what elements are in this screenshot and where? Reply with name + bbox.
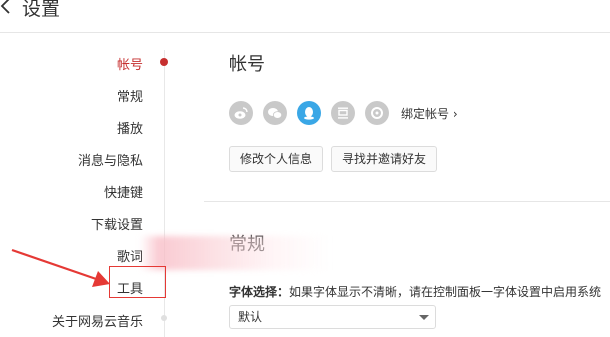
header-divider <box>0 32 610 33</box>
back-arrow-icon[interactable] <box>0 0 14 16</box>
douban-icon[interactable] <box>331 101 355 125</box>
font-selection-heading: 字体选择： <box>229 285 290 299</box>
nav-item-general[interactable]: 常规 <box>117 86 143 105</box>
social-accounts-row: 绑定帐号 › <box>229 101 458 125</box>
invite-friends-button[interactable]: 寻找并邀请好友 <box>331 146 438 172</box>
nav-active-indicator <box>160 58 168 66</box>
yixin-icon[interactable] <box>365 101 389 125</box>
account-section-title: 帐号 <box>229 54 265 75</box>
nav-item-download-settings[interactable]: 下载设置 <box>91 214 143 233</box>
nav-item-account[interactable]: 帐号 <box>117 54 143 73</box>
nav-item-messages-privacy[interactable]: 消息与隐私 <box>78 150 143 169</box>
nav-item-playback[interactable]: 播放 <box>117 118 143 137</box>
section-divider <box>204 201 610 202</box>
redaction-blur <box>140 236 330 270</box>
font-select-value: 默认 <box>238 310 263 324</box>
nav-rail-end-dot <box>161 315 167 321</box>
chevron-down-icon <box>419 315 429 320</box>
wechat-icon[interactable] <box>263 101 287 125</box>
tools-highlight-box <box>109 266 166 298</box>
window-header: 设置 <box>0 0 610 30</box>
weibo-icon[interactable] <box>229 101 253 125</box>
qq-icon[interactable] <box>297 101 321 125</box>
page-title: 设置 <box>22 0 61 20</box>
edit-profile-button[interactable]: 修改个人信息 <box>229 146 324 172</box>
font-select[interactable]: 默认 <box>229 305 436 329</box>
nav-item-shortcuts[interactable]: 快捷键 <box>104 182 143 201</box>
nav-item-about[interactable]: 关于网易云音乐 <box>52 311 143 330</box>
font-selection-hint: 如果字体显示不清晰，请在控制面板一字体设置中启用系统 <box>289 285 602 299</box>
bind-account-link[interactable]: 绑定帐号 › <box>401 105 458 122</box>
font-selection-label: 字体选择：如果字体显示不清晰，请在控制面板一字体设置中启用系统 <box>229 283 601 300</box>
